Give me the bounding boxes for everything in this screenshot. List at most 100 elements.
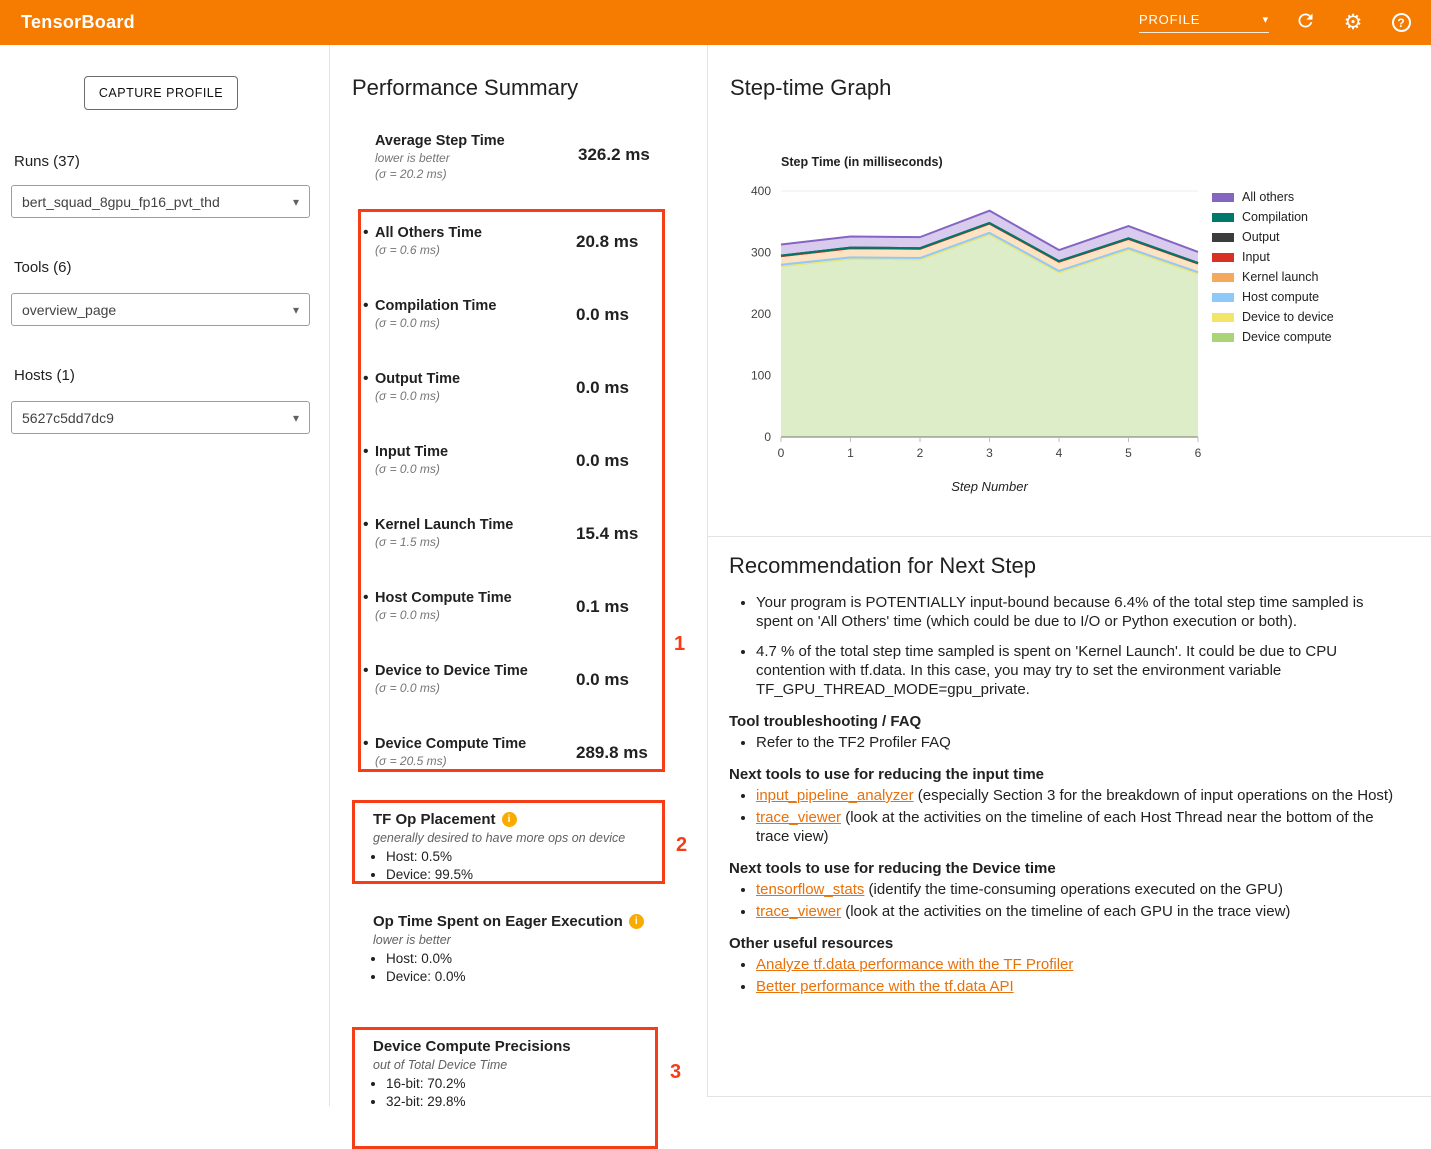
average-step-time-row: Average Step Time lower is better (σ = 2…	[375, 133, 665, 181]
svg-text:6: 6	[1195, 446, 1202, 460]
chevron-down-icon: ▾	[1263, 13, 1269, 26]
legend-swatch	[1212, 293, 1234, 302]
legend-swatch	[1212, 233, 1234, 242]
help-button[interactable]: ?	[1389, 11, 1413, 35]
tf-op-placement-note: generally desired to have more ops on de…	[373, 831, 662, 845]
list-item: Host: 0.5%	[386, 848, 662, 866]
app-title: TensorBoard	[21, 12, 135, 33]
recommendation-section: Tool troubleshooting / FAQ Refer to the …	[729, 713, 1401, 752]
metric-label: Compilation Time	[375, 298, 568, 314]
svg-text:0: 0	[764, 430, 771, 444]
tools-select-value: overview_page	[22, 302, 116, 318]
tool-link[interactable]: trace_viewer	[756, 903, 841, 920]
dashboard-selector[interactable]: PROFILE ▾	[1139, 12, 1269, 33]
metric-sigma: (σ = 1.5 ms)	[375, 535, 568, 549]
metric-row: Device to Device Time (σ = 0.0 ms) 0.0 m…	[361, 654, 662, 727]
legend-label: Host compute	[1242, 290, 1319, 304]
metric-value: 0.0 ms	[576, 451, 629, 471]
recommendation-bullet: 4.7 % of the total step time sampled is …	[756, 642, 1401, 699]
legend-item: Device compute	[1212, 330, 1334, 344]
recommendation-item: Better performance with the tf.data API	[756, 977, 1401, 996]
svg-text:4: 4	[1056, 446, 1063, 460]
legend-label: Device compute	[1242, 330, 1332, 344]
annotation-3: 3	[670, 1061, 681, 1084]
metric-label: Kernel Launch Time	[375, 517, 568, 533]
legend-label: All others	[1242, 190, 1294, 204]
legend-label: Kernel launch	[1242, 270, 1318, 284]
svg-text:1: 1	[847, 446, 854, 460]
metric-text: Host Compute Time (σ = 0.0 ms)	[363, 590, 568, 622]
list-item: Device: 0.0%	[386, 968, 655, 986]
tool-link[interactable]: trace_viewer	[756, 809, 841, 826]
metric-row: All Others Time (σ = 0.6 ms) 20.8 ms	[361, 216, 662, 289]
gear-icon: ⚙	[1344, 12, 1363, 33]
dashboard-selector-value: PROFILE	[1139, 12, 1200, 27]
metric-row: Input Time (σ = 0.0 ms) 0.0 ms	[361, 435, 662, 508]
highlight-box-3: Device Compute Precisions out of Total D…	[352, 1027, 658, 1149]
refresh-button[interactable]	[1293, 11, 1317, 35]
runs-select[interactable]: bert_squad_8gpu_fp16_pvt_thd ▾	[11, 185, 310, 218]
chart-title: Step Time (in milliseconds)	[781, 155, 943, 169]
legend-item: Input	[1212, 250, 1334, 264]
recommendation-section-heading: Next tools to use for reducing the Devic…	[729, 860, 1401, 877]
metric-label: Host Compute Time	[375, 590, 568, 606]
metric-value: 0.0 ms	[576, 670, 629, 690]
metric-sigma: (σ = 0.0 ms)	[375, 316, 568, 330]
metric-value: 0.1 ms	[576, 597, 629, 617]
annotation-2: 2	[676, 834, 687, 857]
tools-select[interactable]: overview_page ▾	[11, 293, 310, 326]
settings-button[interactable]: ⚙	[1341, 11, 1365, 35]
metric-row: Device Compute Time (σ = 20.5 ms) 289.8 …	[361, 727, 662, 800]
chart-x-axis-label: Step Number	[781, 479, 1198, 494]
svg-text:100: 100	[751, 369, 771, 383]
metric-sigma: (σ = 0.0 ms)	[375, 462, 568, 476]
metric-row: Output Time (σ = 0.0 ms) 0.0 ms	[361, 362, 662, 435]
legend-swatch	[1212, 333, 1234, 342]
recommendation-section-heading: Next tools to use for reducing the input…	[729, 766, 1401, 783]
metric-label: Output Time	[375, 371, 568, 387]
metric-text: Device to Device Time (σ = 0.0 ms)	[363, 663, 568, 695]
svg-text:0: 0	[778, 446, 785, 460]
metric-value: 15.4 ms	[576, 524, 638, 544]
recommendation-section-heading: Other useful resources	[729, 935, 1401, 952]
step-time-graph-panel: Step-time Graph Step Time (in millisecon…	[707, 45, 1431, 537]
svg-text:3: 3	[986, 446, 993, 460]
runs-label: Runs (37)	[14, 153, 80, 170]
metric-row: Host Compute Time (σ = 0.0 ms) 0.1 ms	[361, 581, 662, 654]
list-item: Host: 0.0%	[386, 950, 655, 968]
metric-value: 289.8 ms	[576, 743, 648, 763]
list-item: 32-bit: 29.8%	[386, 1093, 655, 1111]
hosts-label: Hosts (1)	[14, 367, 75, 384]
recommendation-section: Next tools to use for reducing the input…	[729, 766, 1401, 846]
metric-text: Compilation Time (σ = 0.0 ms)	[363, 298, 568, 330]
tool-link[interactable]: Analyze tf.data performance with the TF …	[756, 956, 1073, 973]
recommendation-item-text: (look at the activities on the timeline …	[756, 809, 1374, 845]
legend-item: Compilation	[1212, 210, 1334, 224]
svg-text:5: 5	[1125, 446, 1132, 460]
step-time-graph-title: Step-time Graph	[730, 75, 891, 101]
capture-profile-button[interactable]: CAPTURE PROFILE	[84, 76, 238, 110]
legend-item: Kernel launch	[1212, 270, 1334, 284]
recommendation-panel: Recommendation for Next Step Your progra…	[707, 537, 1431, 1097]
tool-link[interactable]: Better performance with the tf.data API	[756, 978, 1014, 995]
recommendation-title: Recommendation for Next Step	[729, 553, 1401, 579]
metric-label: Device Compute Time	[375, 736, 568, 752]
metric-text: All Others Time (σ = 0.6 ms)	[363, 225, 568, 257]
hosts-select[interactable]: 5627c5dd7dc9 ▾	[11, 401, 310, 434]
recommendation-section: Other useful resources Analyze tf.data p…	[729, 935, 1401, 996]
metric-row: Kernel Launch Time (σ = 1.5 ms) 15.4 ms	[361, 508, 662, 581]
highlight-box-2: TF Op Placement i generally desired to h…	[352, 800, 665, 884]
app-bar-actions: PROFILE ▾ ⚙ ?	[1139, 11, 1413, 35]
performance-summary-title: Performance Summary	[352, 75, 578, 101]
recommendation-item: trace_viewer (look at the activities on …	[756, 808, 1401, 846]
legend-swatch	[1212, 213, 1234, 222]
info-icon[interactable]: i	[629, 914, 644, 929]
recommendation-item: tensorflow_stats (identify the time-cons…	[756, 880, 1401, 899]
svg-text:400: 400	[751, 184, 771, 198]
info-icon[interactable]: i	[502, 812, 517, 827]
legend-label: Compilation	[1242, 210, 1308, 224]
tool-link[interactable]: tensorflow_stats	[756, 881, 864, 898]
tool-link[interactable]: input_pipeline_analyzer	[756, 787, 914, 804]
chevron-down-icon: ▾	[293, 303, 299, 317]
recommendation-section-list: Refer to the TF2 Profiler FAQ	[729, 733, 1401, 752]
